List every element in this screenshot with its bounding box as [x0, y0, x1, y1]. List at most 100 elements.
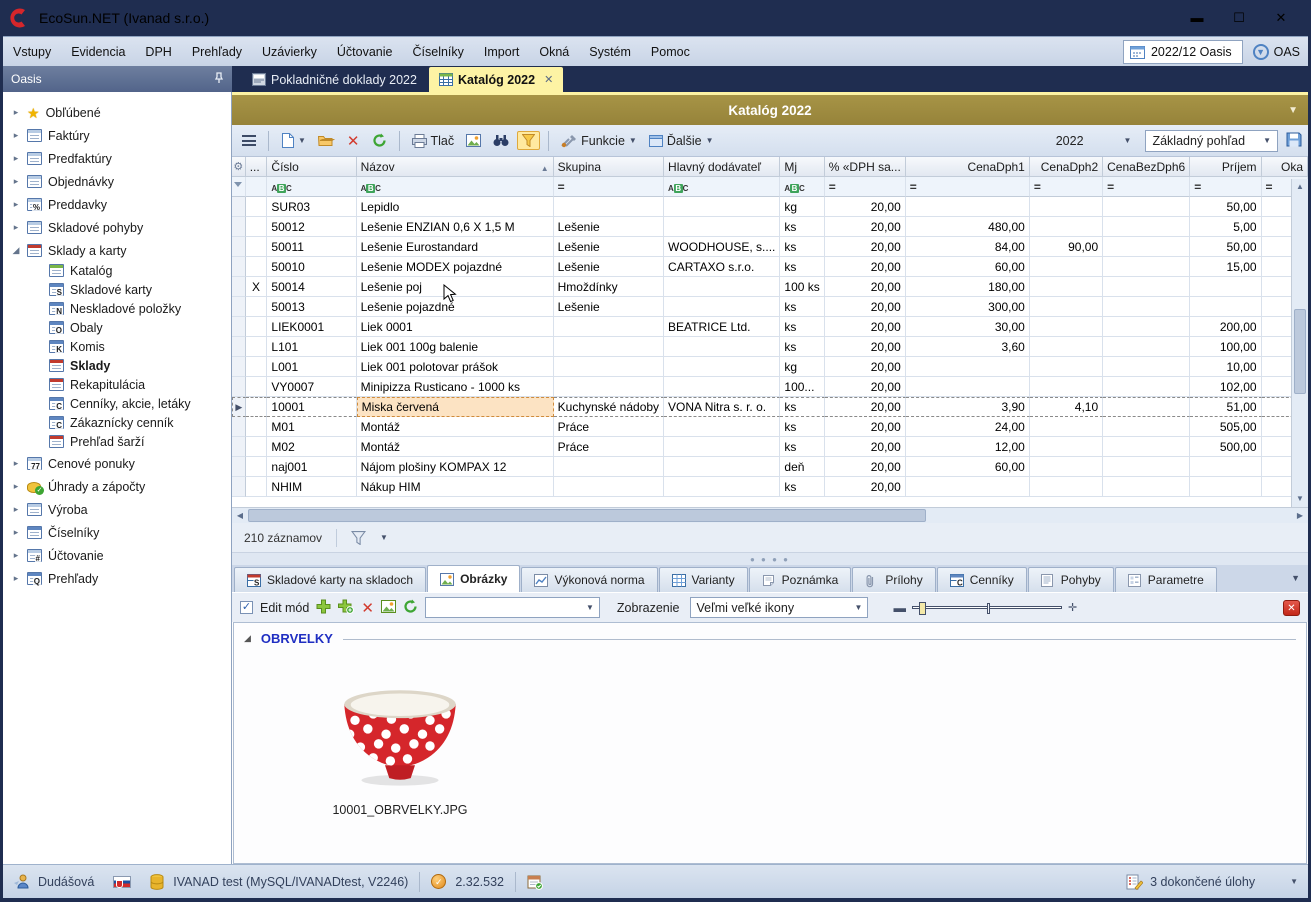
- column-header-cenabezdph6[interactable]: CenaBezDph6: [1103, 157, 1190, 177]
- cell-cislo[interactable]: 50011: [267, 237, 356, 257]
- cell-prijem[interactable]: 15,00: [1190, 257, 1261, 277]
- zoom-in-icon[interactable]: ✛: [1068, 601, 1077, 614]
- filter-cell-skupina[interactable]: =: [554, 177, 664, 197]
- sidebar-item-uhrady-a-zapocty[interactable]: ▸Úhrady a zápočty: [3, 476, 231, 497]
- detail-tab-vykonova-norma[interactable]: Výkonová norma: [521, 567, 657, 592]
- view-mode-dropdown[interactable]: Veľmi veľké ikony ▼: [690, 597, 868, 618]
- detail-tab-prilohy[interactable]: Prílohy: [852, 567, 935, 592]
- sidebar-item-katalog[interactable]: Katalóg: [3, 261, 231, 280]
- cell-cenadph1[interactable]: 300,00: [906, 297, 1030, 317]
- cell-prijem[interactable]: 102,00: [1190, 377, 1261, 397]
- cell-skupina[interactable]: Lešenie: [554, 297, 664, 317]
- sidebar-item-predfaktury[interactable]: ▸Predfaktúry: [3, 148, 231, 169]
- close-tab-icon[interactable]: ✕: [544, 73, 553, 86]
- print-button[interactable]: Tlač: [408, 132, 459, 150]
- table-row[interactable]: 50012Lešenie ENZIAN 0,6 X 1,5 MLešenieks…: [232, 217, 1308, 237]
- cell-dph-sa[interactable]: 20,00: [825, 357, 906, 377]
- cell-cislo[interactable]: NHIM: [267, 477, 356, 497]
- cell-mj[interactable]: kg: [780, 197, 824, 217]
- column-header-hlavny-dodavatel[interactable]: Hlavný dodávateľ: [664, 157, 780, 177]
- cell-skupina[interactable]: [554, 317, 664, 337]
- cell-cenadph2[interactable]: 90,00: [1030, 237, 1103, 257]
- cell-cenadph1[interactable]: [906, 377, 1030, 397]
- cell-cenabezdph6[interactable]: [1103, 337, 1190, 357]
- cell-cenabezdph6[interactable]: [1103, 477, 1190, 497]
- filter-cell-nazov[interactable]: ABC: [357, 177, 554, 197]
- cell-dph-sa[interactable]: 20,00: [825, 457, 906, 477]
- calendar-check-icon[interactable]: [527, 874, 543, 890]
- collapsed-arrow-icon[interactable]: ▸: [11, 107, 21, 118]
- cell-cenadph1[interactable]: 3,60: [906, 337, 1030, 357]
- more-button[interactable]: Ďalšie ▼: [645, 132, 718, 150]
- cell-cenabezdph6[interactable]: [1103, 197, 1190, 217]
- sidebar-item-uctovanie[interactable]: ▸#Účtovanie: [3, 545, 231, 566]
- detail-tab-pohyby[interactable]: Pohyby: [1028, 567, 1114, 592]
- cell-cenadph2[interactable]: [1030, 457, 1103, 477]
- sidebar-item-rekapitulacia[interactable]: Rekapitulácia: [3, 375, 231, 394]
- sidebar-item-komis[interactable]: KKomis: [3, 337, 231, 356]
- cell-nazov[interactable]: Lešenie poj: [357, 277, 554, 297]
- cell-nazov[interactable]: Lešenie MODEX pojazdné: [357, 257, 554, 277]
- cell-nazov[interactable]: Liek 001 100g balenie: [357, 337, 554, 357]
- tasks-caret-icon[interactable]: ▼: [1290, 877, 1298, 886]
- table-row[interactable]: M02MontážPráceks20,0012,00500,00: [232, 437, 1308, 457]
- cell-dph-sa[interactable]: 20,00: [825, 437, 906, 457]
- grid-vertical-scrollbar[interactable]: ▲ ▼: [1291, 179, 1308, 507]
- cell-hlavny-dodavatel[interactable]: [664, 477, 780, 497]
- zoom-slider[interactable]: ▬ ✛: [893, 601, 1077, 615]
- cell-mj[interactable]: ks: [780, 317, 824, 337]
- cell-cenadph1[interactable]: 3,90: [906, 397, 1030, 417]
- cell-dph-sa[interactable]: 20,00: [825, 397, 906, 417]
- cell-mj[interactable]: ks: [780, 257, 824, 277]
- cell-nazov[interactable]: Lešenie pojazdné: [357, 297, 554, 317]
- tab-katalog-2022[interactable]: Katalóg 2022✕: [429, 67, 563, 92]
- filter-cell-prijem[interactable]: =: [1190, 177, 1261, 197]
- cell-skupina[interactable]: Kuchynské nádoby: [554, 397, 664, 417]
- menu-prehlady[interactable]: Prehľady: [182, 38, 252, 66]
- cell-cenabezdph6[interactable]: [1103, 357, 1190, 377]
- column-header-oka[interactable]: Oka: [1262, 157, 1308, 177]
- column-header-cislo[interactable]: Číslo: [267, 157, 356, 177]
- cell-nazov[interactable]: Liek 0001: [357, 317, 554, 337]
- cell-dph-sa[interactable]: 20,00: [825, 277, 906, 297]
- group-collapse-icon[interactable]: ◢: [244, 633, 251, 644]
- sidebar-item-skladove-karty[interactable]: SSkladové karty: [3, 280, 231, 299]
- cell-mj[interactable]: ks: [780, 397, 824, 417]
- cell-prijem[interactable]: [1190, 297, 1261, 317]
- cell-cislo[interactable]: M02: [267, 437, 356, 457]
- record-filter-caret-icon[interactable]: ▼: [380, 533, 388, 542]
- filter-button[interactable]: [517, 131, 540, 150]
- cell-cenabezdph6[interactable]: [1103, 317, 1190, 337]
- cell-cenadph1[interactable]: 12,00: [906, 437, 1030, 457]
- filter-cell-cenabezdph6[interactable]: =: [1103, 177, 1190, 197]
- image-group-header[interactable]: ◢ OBRVELKY: [244, 631, 1296, 646]
- cell-hlavny-dodavatel[interactable]: [664, 337, 780, 357]
- cell-hlavny-dodavatel[interactable]: [664, 217, 780, 237]
- cell-cislo[interactable]: naj001: [267, 457, 356, 477]
- menu-import[interactable]: Import: [474, 38, 529, 66]
- column-header-mj[interactable]: Mj: [780, 157, 824, 177]
- collapsed-arrow-icon[interactable]: ▸: [11, 458, 21, 469]
- sidebar-item-skladove-pohyby[interactable]: ▸Skladové pohyby: [3, 217, 231, 238]
- menu-dph[interactable]: DPH: [135, 38, 181, 66]
- cell-cenadph1[interactable]: 180,00: [906, 277, 1030, 297]
- scroll-right-icon[interactable]: ▶: [1292, 508, 1308, 523]
- cell-cislo[interactable]: SUR03: [267, 197, 356, 217]
- collapsed-arrow-icon[interactable]: ▸: [11, 130, 21, 141]
- table-row[interactable]: 50010Lešenie MODEX pojazdnéLešenieCARTAX…: [232, 257, 1308, 277]
- filter-cell-mj[interactable]: ABC: [780, 177, 824, 197]
- add-image-button[interactable]: [316, 599, 331, 617]
- menu-okna[interactable]: Okná: [529, 38, 579, 66]
- edit-mode-checkbox[interactable]: ✓: [240, 601, 253, 614]
- save-view-button[interactable]: [1286, 132, 1302, 150]
- cell-cenadph1[interactable]: [906, 197, 1030, 217]
- column-header-nazov[interactable]: Názov▲: [357, 157, 554, 177]
- refresh-button[interactable]: [368, 131, 391, 150]
- table-row[interactable]: naj001Nájom plošiny KOMPAX 12deň20,0060,…: [232, 457, 1308, 477]
- year-dropdown[interactable]: 2022 ▼: [1050, 132, 1138, 150]
- cell-nazov[interactable]: Montáž: [357, 417, 554, 437]
- cell-nazov[interactable]: Nájom plošiny KOMPAX 12: [357, 457, 554, 477]
- cell-mj[interactable]: ks: [780, 237, 824, 257]
- cell-prijem[interactable]: 505,00: [1190, 417, 1261, 437]
- cell-dph-sa[interactable]: 20,00: [825, 317, 906, 337]
